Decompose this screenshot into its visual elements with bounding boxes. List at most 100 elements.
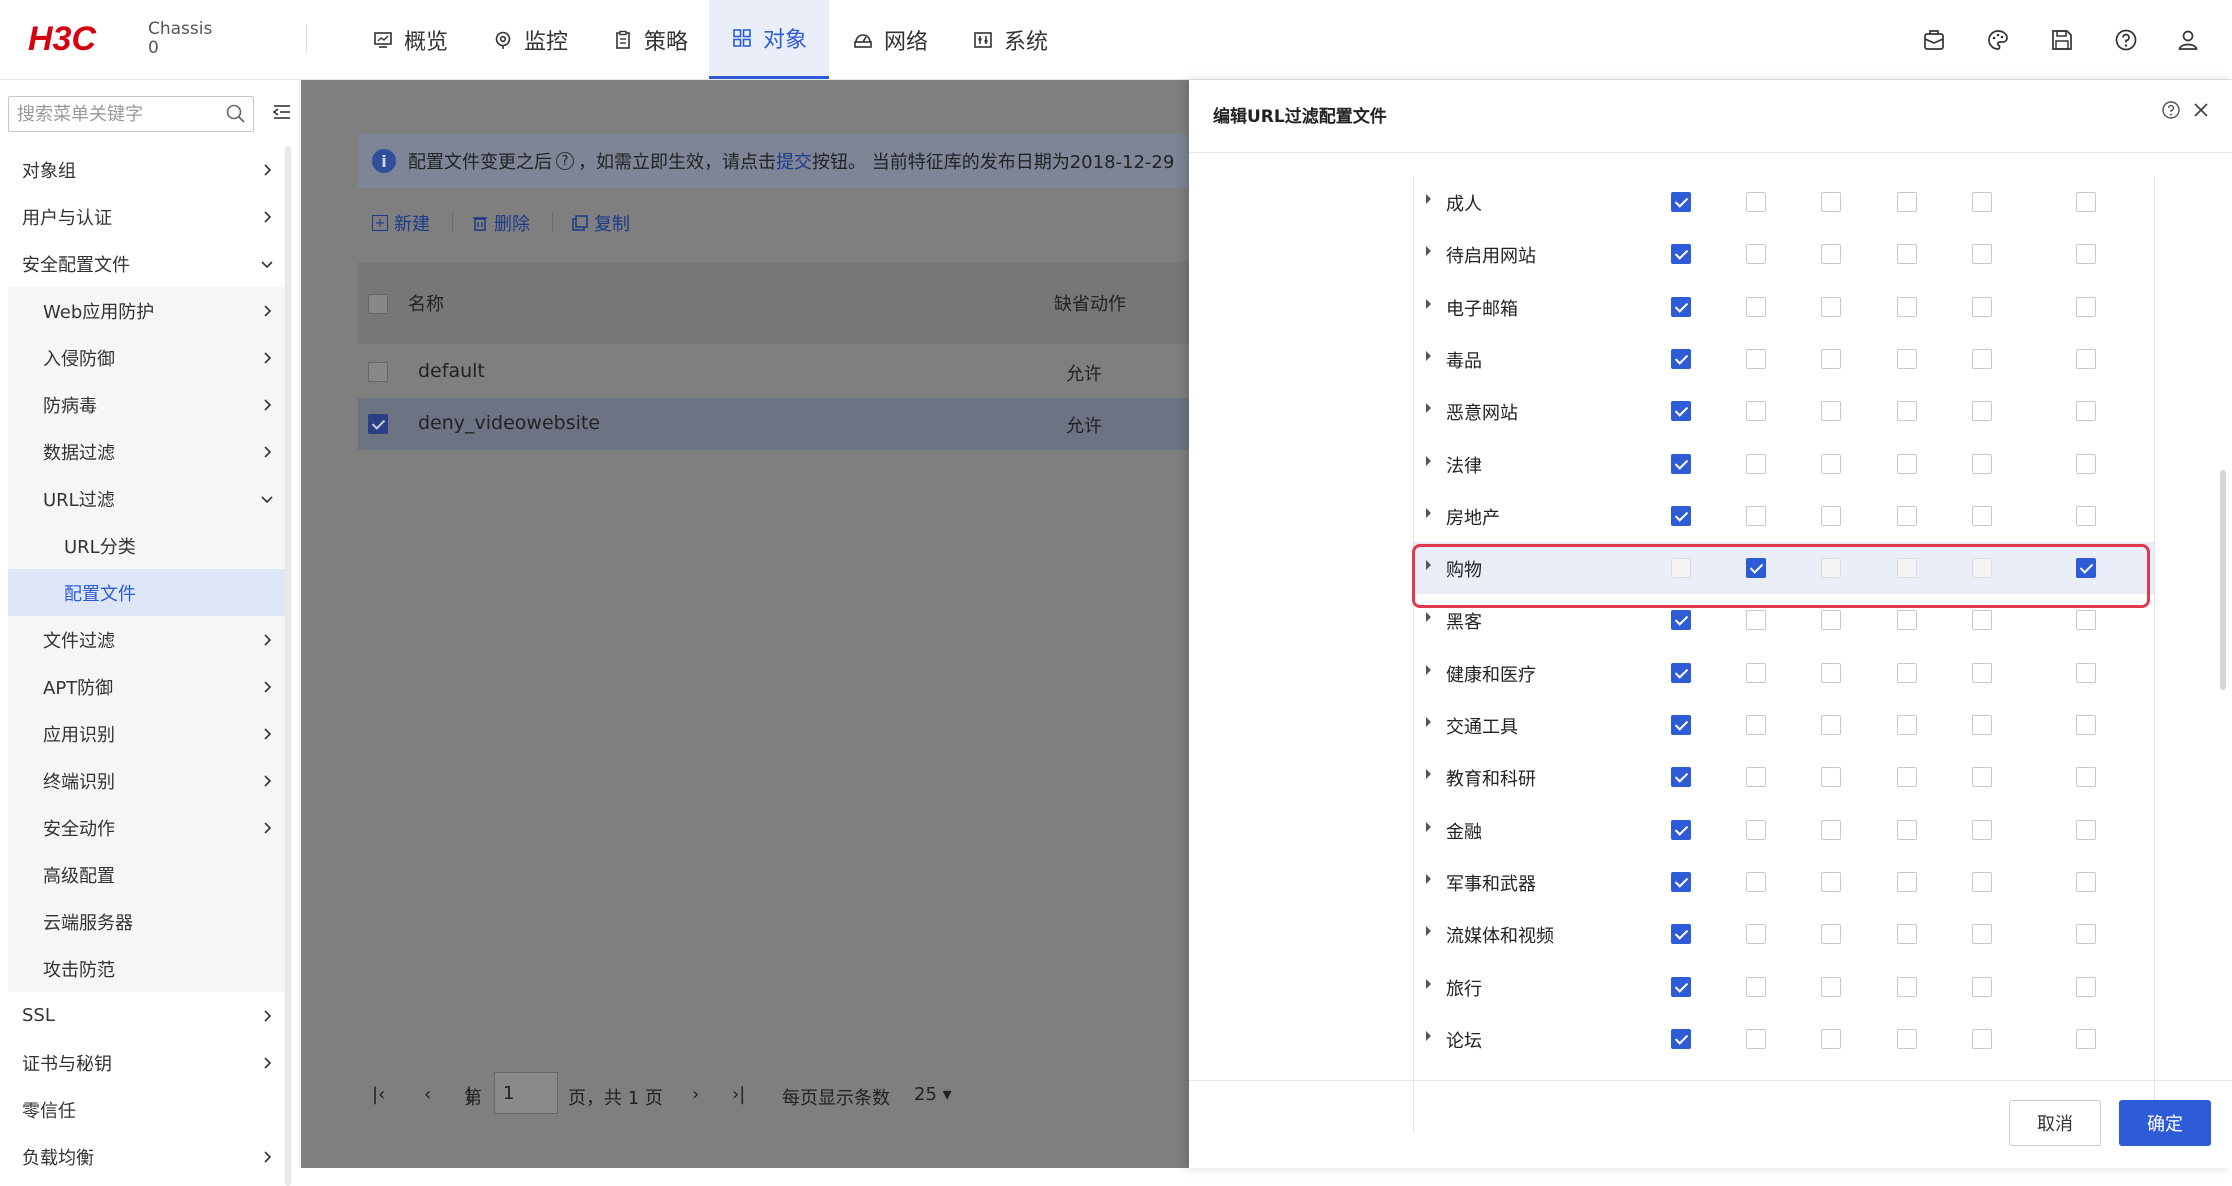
- action-checkbox[interactable]: [1671, 505, 1691, 526]
- action-checkbox[interactable]: [2076, 767, 2096, 788]
- help-icon[interactable]: [2112, 26, 2140, 54]
- drawer-scrollbar[interactable]: [2220, 470, 2226, 690]
- action-checkbox[interactable]: [1897, 192, 1917, 212]
- action-checkbox[interactable]: [2076, 348, 2096, 369]
- action-checkbox[interactable]: [1972, 1028, 1992, 1049]
- sidebar-item[interactable]: 云端服务器: [8, 898, 290, 945]
- close-icon[interactable]: [2191, 100, 2211, 124]
- tab-overview[interactable]: 概览: [350, 0, 470, 79]
- action-checkbox[interactable]: [1897, 1028, 1917, 1049]
- expand-triangle-icon[interactable]: [1426, 821, 1431, 832]
- action-checkbox[interactable]: [1821, 924, 1841, 945]
- action-checkbox[interactable]: [1821, 976, 1841, 997]
- sidebar-item[interactable]: 应用识别: [8, 710, 290, 757]
- action-checkbox[interactable]: [1897, 610, 1917, 631]
- action-checkbox[interactable]: [1671, 871, 1691, 892]
- save-config-icon[interactable]: [1920, 26, 1948, 54]
- action-checkbox[interactable]: [2076, 871, 2096, 892]
- row-checkbox[interactable]: [368, 362, 388, 382]
- tab-system[interactable]: 系统: [950, 0, 1070, 79]
- expand-triangle-icon[interactable]: [1426, 350, 1431, 361]
- action-checkbox[interactable]: [1972, 924, 1992, 945]
- expand-triangle-icon[interactable]: [1426, 507, 1431, 518]
- action-checkbox[interactable]: [1972, 401, 1992, 422]
- sidebar-item[interactable]: 数据过滤: [8, 428, 290, 475]
- expand-triangle-icon[interactable]: [1426, 978, 1431, 989]
- action-checkbox[interactable]: [1821, 453, 1841, 474]
- action-checkbox[interactable]: [1671, 296, 1691, 317]
- sidebar-item[interactable]: APT防御: [8, 663, 290, 710]
- action-checkbox[interactable]: [1746, 401, 1766, 422]
- user-icon[interactable]: [2174, 26, 2202, 54]
- action-checkbox[interactable]: [1746, 871, 1766, 892]
- page-number-input[interactable]: 1: [494, 1072, 558, 1114]
- action-checkbox[interactable]: [1821, 244, 1841, 265]
- action-checkbox[interactable]: [1671, 924, 1691, 945]
- expand-triangle-icon[interactable]: [1426, 560, 1431, 571]
- action-checkbox[interactable]: [1897, 976, 1917, 997]
- profile-name[interactable]: default: [418, 360, 485, 382]
- expand-triangle-icon[interactable]: [1426, 403, 1431, 414]
- action-checkbox[interactable]: [1972, 662, 1992, 683]
- sidebar-item[interactable]: 用户与认证: [0, 193, 290, 240]
- action-checkbox[interactable]: [1897, 296, 1917, 317]
- action-checkbox[interactable]: [1746, 558, 1766, 579]
- expand-triangle-icon[interactable]: [1426, 246, 1431, 257]
- action-checkbox[interactable]: [1821, 401, 1841, 422]
- action-checkbox[interactable]: [1897, 871, 1917, 892]
- sidebar-item[interactable]: URL分类: [8, 522, 290, 569]
- expand-triangle-icon[interactable]: [1426, 455, 1431, 466]
- sidebar-item[interactable]: 高级配置: [8, 851, 290, 898]
- action-checkbox[interactable]: [1746, 819, 1766, 840]
- sidebar-item[interactable]: 终端识别: [8, 757, 290, 804]
- action-checkbox[interactable]: [1671, 244, 1691, 265]
- menu-search-box[interactable]: [8, 96, 254, 132]
- sidebar-item[interactable]: 安全动作: [8, 804, 290, 851]
- action-checkbox[interactable]: [1821, 767, 1841, 788]
- action-checkbox[interactable]: [1972, 453, 1992, 474]
- action-checkbox[interactable]: [1897, 348, 1917, 369]
- sidebar-item[interactable]: 安全配置文件: [0, 240, 290, 287]
- submit-link[interactable]: 提交: [776, 148, 812, 174]
- tab-network[interactable]: 网络: [830, 0, 950, 79]
- expand-triangle-icon[interactable]: [1426, 769, 1431, 780]
- collapse-menu-icon[interactable]: [272, 102, 292, 126]
- action-checkbox[interactable]: [1972, 505, 1992, 526]
- action-checkbox[interactable]: [2076, 1028, 2096, 1049]
- column-header-name[interactable]: 名称: [408, 290, 444, 316]
- action-checkbox[interactable]: [1897, 819, 1917, 840]
- action-checkbox[interactable]: [1746, 1028, 1766, 1049]
- expand-triangle-icon[interactable]: [1426, 664, 1431, 675]
- action-checkbox[interactable]: [1972, 871, 1992, 892]
- expand-triangle-icon[interactable]: [1426, 873, 1431, 884]
- action-checkbox[interactable]: [1671, 715, 1691, 735]
- sidebar-item[interactable]: 攻击防范: [8, 945, 290, 992]
- action-checkbox[interactable]: [1746, 767, 1766, 788]
- action-checkbox[interactable]: [2076, 505, 2096, 526]
- action-checkbox[interactable]: [2076, 976, 2096, 997]
- per-page-select[interactable]: 25 ▾: [914, 1084, 952, 1105]
- action-checkbox[interactable]: [1897, 453, 1917, 474]
- action-checkbox[interactable]: [2076, 453, 2096, 474]
- sidebar-item[interactable]: 证书与秘钥: [0, 1039, 290, 1086]
- action-checkbox[interactable]: [1671, 348, 1691, 369]
- delete-button[interactable]: 删除: [472, 210, 530, 236]
- question-icon[interactable]: ?: [556, 152, 574, 170]
- action-checkbox[interactable]: [1821, 348, 1841, 369]
- expand-triangle-icon[interactable]: [1426, 612, 1431, 623]
- sidebar-item[interactable]: 零信任: [0, 1086, 290, 1133]
- action-checkbox[interactable]: [1897, 401, 1917, 422]
- action-checkbox[interactable]: [2076, 401, 2096, 422]
- action-checkbox[interactable]: [1897, 767, 1917, 788]
- next-page-icon[interactable]: ›: [692, 1084, 699, 1105]
- action-checkbox[interactable]: [1897, 715, 1917, 735]
- action-checkbox[interactable]: [2076, 924, 2096, 945]
- last-page-icon[interactable]: ›|: [732, 1084, 745, 1105]
- action-checkbox[interactable]: [1821, 819, 1841, 840]
- action-checkbox[interactable]: [1972, 296, 1992, 317]
- sidebar-item[interactable]: 入侵防御: [8, 334, 290, 381]
- sidebar-item[interactable]: 防病毒: [8, 381, 290, 428]
- action-checkbox[interactable]: [1746, 348, 1766, 369]
- expand-triangle-icon[interactable]: [1426, 1030, 1431, 1041]
- action-checkbox[interactable]: [1972, 192, 1992, 212]
